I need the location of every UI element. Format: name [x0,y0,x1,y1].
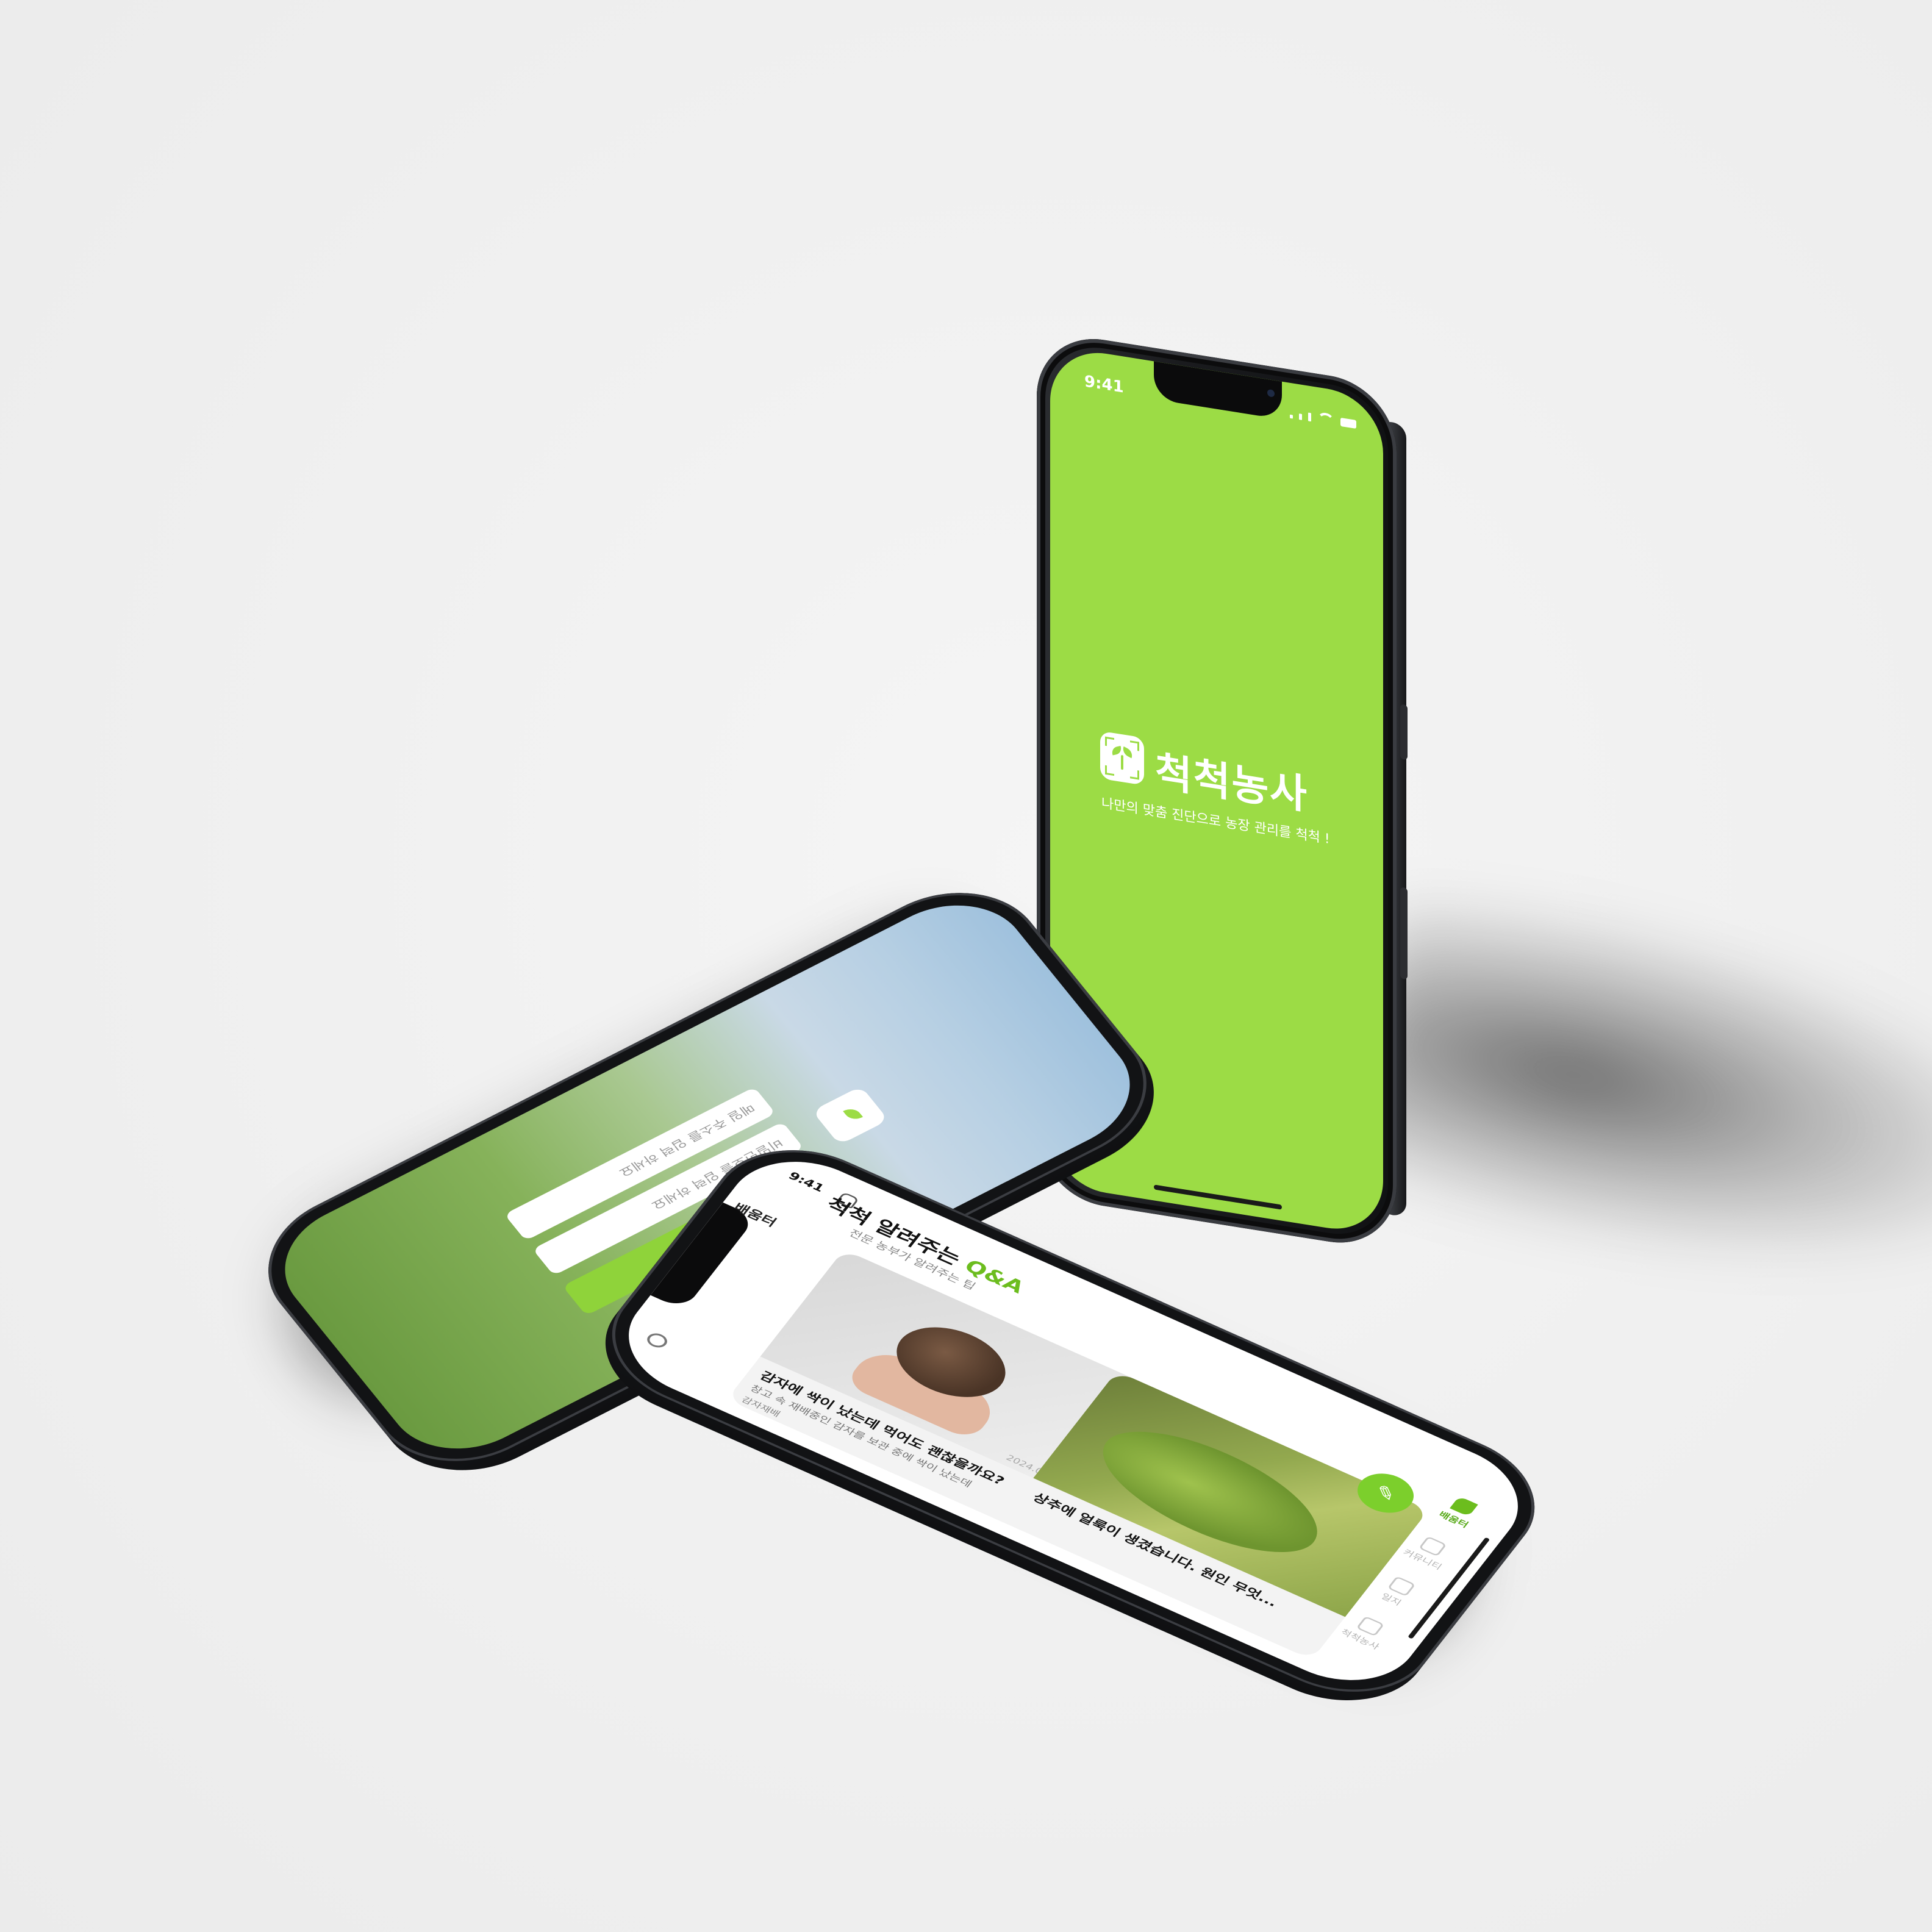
tab-community[interactable]: 커뮤니티 [1401,1532,1456,1572]
tab-learning[interactable]: 배움터 [1436,1494,1483,1530]
app-logo-icon [812,1086,889,1145]
search-icon[interactable] [643,1331,671,1350]
signal-icon [1299,413,1302,420]
signal-icon [1290,414,1293,419]
signal-icon [1308,412,1311,422]
mockup-stage: 9:41 척척농사 나만의 맞춤 진단으로 농장 관리를 척척 ! 9:41 [0,0,1932,1932]
pencil-icon: ✎ [1370,1481,1401,1506]
upright-phone-shadow [1333,870,1932,1338]
wifi-icon [1317,411,1334,426]
volume-button [1400,704,1408,760]
status-icons [1290,407,1356,429]
lettuce-image [1078,1411,1343,1573]
tab-journal[interactable]: 일지 [1378,1576,1416,1608]
status-time: 9:41 [1084,372,1124,397]
feed-phone: 9:41 배움터 척척 알려주는 Q&A 전문 농부가 알려주는 팁 2024.… [573,1125,1567,1726]
tab-home[interactable]: 척척농사 [1338,1612,1394,1652]
side-button [1400,887,1408,980]
camera-icon [1267,388,1275,398]
battery-icon [1340,417,1356,429]
app-logo-icon [1100,731,1144,785]
status-time: 9:41 [785,1169,827,1195]
